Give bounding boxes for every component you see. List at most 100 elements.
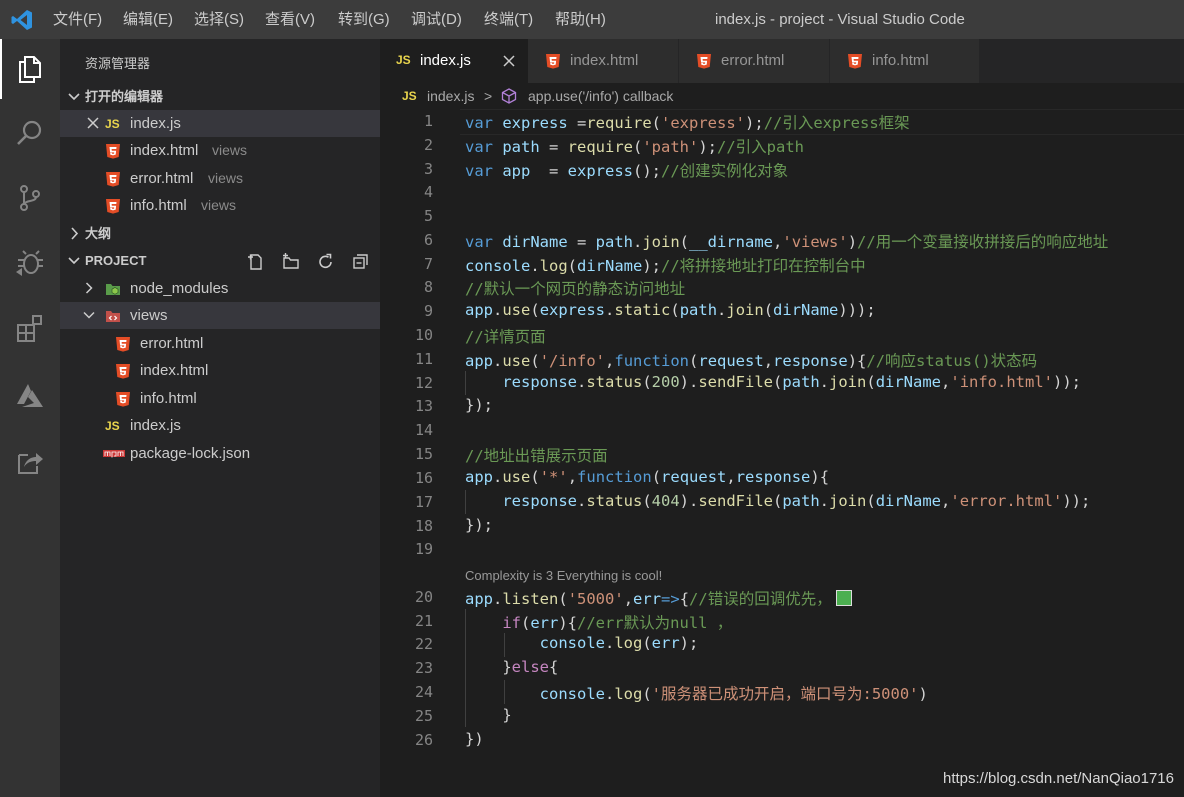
code-line: console.log(dirName);//将拼接地址打印在控制台中 [465,257,866,275]
line-number: 11 [414,350,433,368]
menu-terminal[interactable]: 终端(T) [484,0,533,39]
tab-label: info.html [872,52,929,69]
debug-icon[interactable] [14,246,46,278]
tab-index-html[interactable]: index.html [528,39,679,83]
code-line: //默认一个网页的静态访问地址 [465,280,686,298]
html-file-icon [848,54,862,69]
chevron-right-icon [71,227,79,240]
code-line: response.status(404).sendFile(path.join(… [502,492,1091,510]
code-line: app.use(express.static(path.join(dirName… [465,301,876,319]
azure-icon[interactable] [14,379,46,411]
refresh-icon[interactable] [317,253,335,271]
tree-item-name: info.html [140,390,197,407]
collapse-all-icon[interactable] [352,253,370,271]
tree-file-info-html[interactable]: info.html [60,385,380,412]
line-number: 3 [423,160,433,178]
line-number: 10 [414,326,433,344]
views-folder-icon [106,311,120,322]
line-number: 4 [423,183,433,201]
vscode-logo-icon [11,10,32,30]
chevron-down-icon [68,257,80,265]
active-indicator [0,39,2,99]
complexity-codelens[interactable]: Complexity is 3 Everything is cool! [465,568,662,583]
menu-help[interactable]: 帮助(H) [555,0,606,39]
breadcrumb-file[interactable]: index.js [427,83,474,109]
tree-file-index-js[interactable]: JS index.js [60,412,380,439]
tab-info-html[interactable]: info.html [830,39,980,83]
explorer-icon[interactable] [14,53,46,85]
new-folder-icon[interactable] [282,253,300,271]
open-editors-label: 打开的编辑器 [85,89,164,104]
tree-item-name: error.html [140,335,204,352]
line-number: 20 [414,588,433,606]
close-icon[interactable] [501,53,517,69]
open-editor-desc: views [208,170,244,186]
open-editors-header[interactable]: 打开的编辑器 [60,83,380,110]
line-number: 8 [423,278,433,296]
extensions-icon[interactable] [14,312,46,344]
chevron-down-icon [68,93,80,101]
explorer-sidebar: 资源管理器 打开的编辑器 JS index.js index.html view… [60,39,380,797]
tree-folder-node-modules[interactable]: node_modules [60,275,380,302]
explorer-title: 资源管理器 [85,56,151,71]
breadcrumb-symbol[interactable]: app.use('/info') callback [528,83,673,109]
open-editor-name: error.html [130,170,194,187]
menu-edit[interactable]: 编辑(E) [123,0,173,39]
window-title: index.js - project - Visual Studio Code [715,11,965,28]
line-number: 7 [423,255,433,273]
code-editor[interactable]: 1 2 3 4 5 6 7 8 9 10 11 12 13 14 15 16 1… [380,109,1184,797]
menu-go[interactable]: 转到(G) [338,0,390,39]
open-editor-error-html[interactable]: error.html views [60,165,380,192]
line-number: 26 [414,731,433,749]
line-number: 14 [414,421,433,439]
tab-label: error.html [721,52,785,69]
html-file-icon [546,54,560,69]
search-icon[interactable] [14,117,46,149]
tree-file-package-lock[interactable]: package-lock.json [60,440,380,467]
node-folder-icon [106,284,120,295]
line-number: 6 [423,231,433,249]
html-file-icon [106,144,120,159]
tab-error-html[interactable]: error.html [679,39,830,83]
menu-debug[interactable]: 调试(D) [411,0,462,39]
menu-selection[interactable]: 选择(S) [194,0,244,39]
live-share-icon[interactable] [14,445,46,477]
line-number: 9 [423,302,433,320]
line-number: 24 [414,683,433,701]
code-line: } [465,706,512,724]
open-editor-name: index.js [130,115,181,132]
tree-file-index-html[interactable]: index.html [60,357,380,384]
code-line: if(err){//err默认为null ， [502,614,733,632]
menu-file[interactable]: 文件(F) [53,0,102,39]
project-label: PROJECT [85,253,147,268]
line-number: 2 [423,136,433,154]
line-number: 19 [414,540,433,558]
code-line: var dirName = path.join(__dirname,'views… [465,233,1109,251]
code-line: }); [465,516,493,534]
open-editor-index-js[interactable]: JS index.js [60,110,380,137]
source-control-icon[interactable] [14,182,46,214]
html-file-icon [106,172,120,187]
html-file-icon [116,337,130,352]
menu-view[interactable]: 查看(V) [265,0,315,39]
open-editor-info-html[interactable]: info.html views [60,192,380,219]
line-number: 21 [414,612,433,630]
code-line: //地址出错展示页面 [465,447,608,465]
new-file-icon[interactable] [247,253,265,271]
color-decorator[interactable] [835,590,852,606]
tree-folder-views[interactable]: views [60,302,380,329]
close-icon[interactable] [86,116,100,130]
title-bar: 文件(F) 编辑(E) 选择(S) 查看(V) 转到(G) 调试(D) 终端(T… [0,0,1184,39]
code-line: var path = require('path');//引入path [465,138,805,156]
open-editor-index-html[interactable]: index.html views [60,137,380,164]
line-number: 12 [414,374,433,392]
tab-index-js[interactable]: JS index.js [380,39,529,83]
outline-header[interactable]: 大纲 [60,220,380,247]
project-header[interactable]: PROJECT [60,247,380,274]
line-number: 15 [414,445,433,463]
html-file-icon [116,364,130,379]
tree-file-error-html[interactable]: error.html [60,330,380,357]
code-line: app.use('*',function(request,response){ [465,468,830,486]
open-editor-desc: views [212,142,248,158]
tree-item-name: index.js [130,417,181,434]
